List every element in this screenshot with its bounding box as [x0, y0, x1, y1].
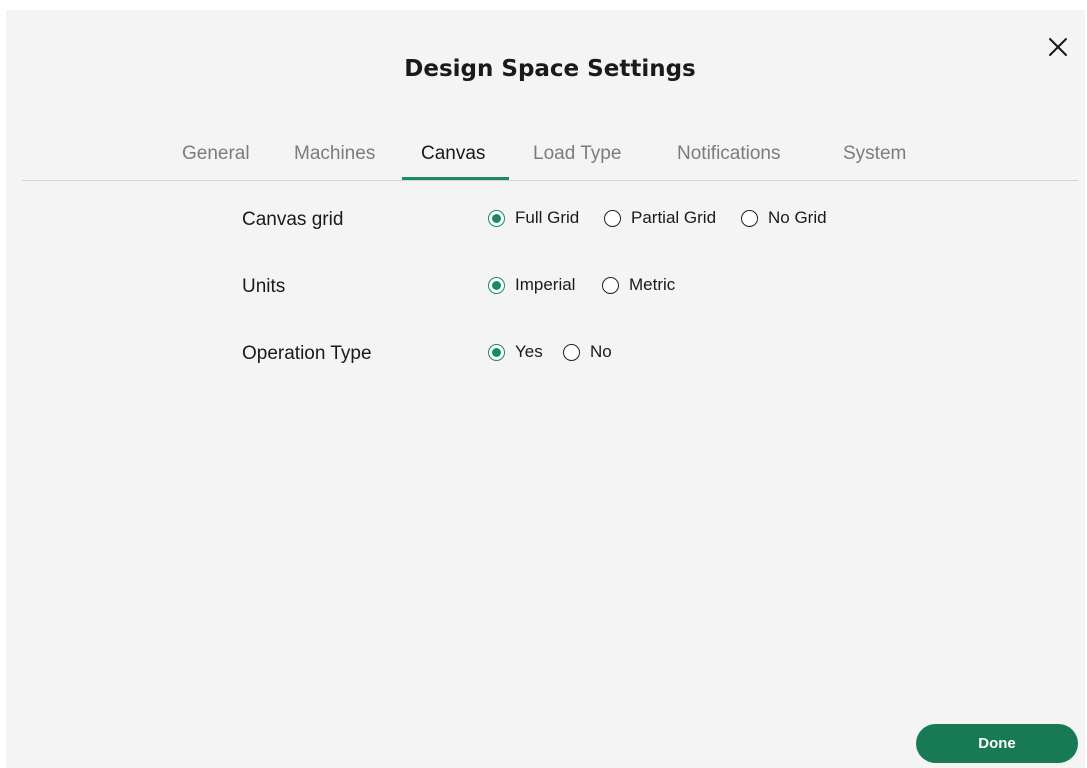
radio-full-grid[interactable]: Full Grid: [488, 208, 579, 228]
tab-canvas[interactable]: Canvas: [421, 140, 485, 180]
radio-no-grid[interactable]: No Grid: [741, 208, 827, 228]
radio-checked-icon[interactable]: [488, 209, 505, 227]
radio-label-full-grid: Full Grid: [515, 208, 580, 227]
units-label: Units: [242, 276, 286, 297]
radio-unchecked-icon[interactable]: [741, 209, 758, 227]
radio-checked-icon[interactable]: [488, 276, 505, 294]
radio-checked-icon[interactable]: [488, 343, 505, 361]
radio-unchecked-icon[interactable]: [563, 343, 580, 361]
radio-label-metric: Metric: [629, 275, 676, 294]
tab-general[interactable]: General: [182, 140, 250, 180]
settings-dialog: [6, 10, 1085, 768]
canvas-grid-label: Canvas grid: [242, 209, 344, 230]
tab-machines[interactable]: Machines: [294, 140, 375, 180]
close-icon: [1049, 38, 1067, 56]
radio-label-no-grid: No Grid: [768, 208, 827, 227]
radio-metric[interactable]: Metric: [602, 275, 675, 295]
radio-label-imperial: Imperial: [515, 275, 576, 294]
operation-type-label: Operation Type: [242, 343, 372, 364]
tab-notifications[interactable]: Notifications: [677, 140, 781, 180]
radio-partial-grid[interactable]: Partial Grid: [604, 208, 716, 228]
radio-imperial[interactable]: Imperial: [488, 275, 575, 295]
done-button[interactable]: Done: [916, 724, 1078, 763]
tab-load-type[interactable]: Load Type: [533, 140, 621, 180]
dialog-title: Design Space Settings: [404, 56, 696, 82]
tab-bar: General Machines Canvas Load Type Notifi…: [0, 140, 1087, 182]
radio-label-partial-grid: Partial Grid: [631, 208, 717, 227]
radio-no[interactable]: No: [563, 342, 612, 362]
radio-unchecked-icon[interactable]: [602, 276, 619, 294]
radio-yes[interactable]: Yes: [488, 342, 543, 362]
radio-label-no: No: [590, 342, 612, 361]
radio-unchecked-icon[interactable]: [604, 209, 621, 227]
tabs-divider: [22, 180, 1078, 181]
radio-label-yes: Yes: [515, 342, 543, 361]
tab-system[interactable]: System: [843, 140, 906, 180]
